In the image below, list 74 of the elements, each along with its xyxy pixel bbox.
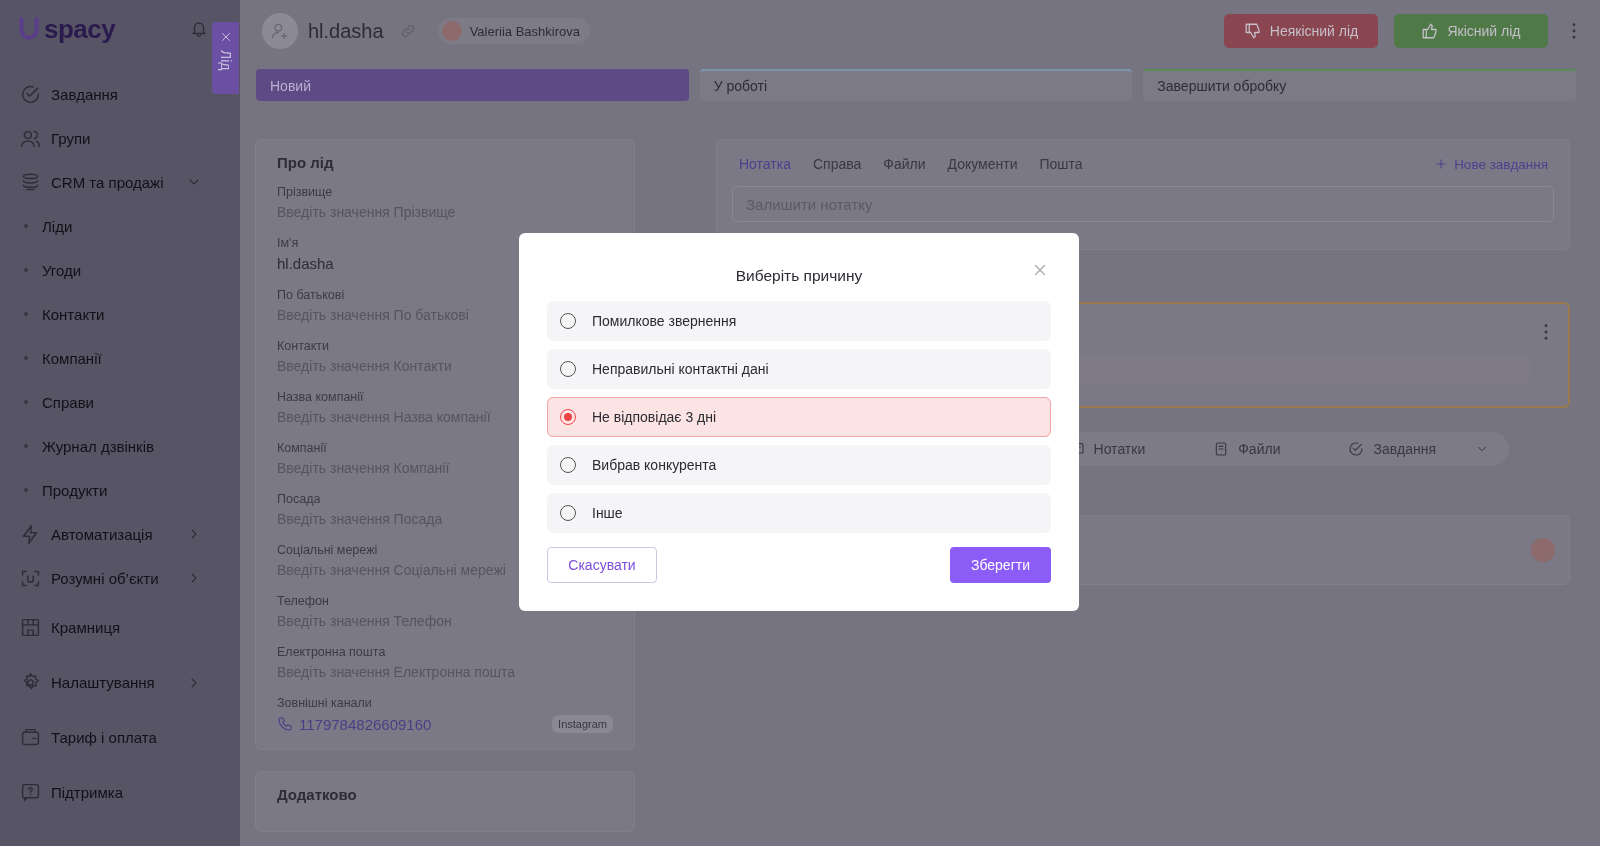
thumbs-down-icon — [1243, 22, 1262, 40]
sidebar-subitem[interactable]: Контакти — [14, 292, 208, 336]
bell-icon — [190, 20, 208, 38]
sidebar-subitem[interactable]: Справи — [14, 380, 208, 424]
sidebar-item[interactable]: Завдання — [14, 72, 208, 116]
sidebar-item[interactable]: Крамниця — [14, 600, 208, 655]
logo-text: spacy — [44, 13, 116, 45]
reason-option[interactable]: Неправильні контактні дані — [547, 349, 1051, 389]
thumbs-up-icon — [1421, 22, 1440, 40]
field-label: Соціальні мережі — [277, 543, 379, 557]
reason-option[interactable]: Вибрав конкурента — [547, 445, 1051, 485]
sidebar-subitem[interactable]: Ліди — [14, 204, 208, 248]
reason-option[interactable]: Інше — [547, 493, 1051, 533]
more-icon[interactable] — [1572, 23, 1576, 39]
field-label: Телефон — [277, 594, 330, 608]
sidebar-item[interactable]: Тариф і оплата — [14, 710, 208, 765]
more-icon[interactable] — [1544, 324, 1548, 340]
filter-button[interactable]: Завдання — [1342, 440, 1495, 458]
stack-icon — [20, 171, 41, 193]
activity-tab[interactable]: Пошта — [1032, 152, 1090, 176]
plus-icon — [1434, 157, 1449, 171]
stage-tab[interactable]: Завершити обробку — [1143, 69, 1576, 101]
phone-icon — [277, 716, 293, 732]
reason-option[interactable]: Не відповідає 3 дні — [547, 397, 1051, 437]
field-label: Контакти — [277, 339, 330, 353]
stage-tab[interactable]: Новий — [256, 69, 689, 101]
field-label: Прізвище — [277, 185, 334, 199]
lead-name: hl.dasha — [308, 19, 384, 43]
sidebar-subitem[interactable]: Журнал дзвінків — [14, 424, 208, 468]
sidebar-item[interactable]: CRM та продажі — [14, 160, 208, 204]
card-title: Додатково — [277, 786, 358, 803]
quality-button[interactable]: Якісний лід — [1394, 14, 1548, 48]
sidebar-item[interactable]: Підтримка — [14, 765, 208, 820]
activity-tab[interactable]: Документи — [940, 152, 1025, 176]
logo-mark-icon — [16, 16, 42, 42]
low-quality-button[interactable]: Неякісний лід — [1224, 14, 1378, 48]
new-task-button[interactable]: Нове завдання — [1428, 155, 1554, 173]
field-label: Електронна пошта — [277, 645, 387, 659]
field-label: Зовнішні канали — [277, 696, 373, 710]
activity-tab[interactable]: Файли — [876, 152, 933, 176]
card-title: Про лід — [277, 154, 335, 171]
dialog-title: Виберіть причину — [735, 267, 863, 285]
sidebar-item[interactable]: Автоматизація — [14, 512, 208, 556]
help-chat-icon — [20, 782, 41, 803]
field-label: Компанії — [277, 441, 328, 455]
sidebar-item[interactable]: Налаштування — [14, 655, 208, 710]
field-label: По батькові — [277, 288, 346, 302]
assignee-chip[interactable]: Valeriia Bashkirova — [437, 18, 590, 44]
sidebar-item[interactable]: Групи — [14, 116, 208, 160]
field-label: Назва компанії — [277, 390, 365, 404]
field-label: Посада — [277, 492, 322, 506]
sidebar-item[interactable]: Розумні об’єкти — [14, 556, 208, 600]
channel-tag: Instagram — [552, 715, 613, 733]
person-add-icon — [270, 21, 290, 41]
avatar-icon — [441, 21, 462, 41]
activity-tab[interactable]: Справа — [805, 152, 869, 176]
link-icon — [399, 23, 416, 39]
stage-tab[interactable]: У роботі — [699, 69, 1133, 101]
sidebar-subitem[interactable]: Компанії — [14, 336, 208, 380]
field-label: Ім'я — [277, 236, 300, 250]
cancel-button[interactable]: Скасувати — [547, 547, 657, 583]
phone-link[interactable]: 1179784826609160 — [299, 715, 432, 733]
save-button[interactable]: Зберегти — [950, 547, 1051, 583]
reason-option[interactable]: Помилкове звернення — [547, 301, 1051, 341]
wallet-icon — [20, 727, 41, 748]
check-circle-icon — [20, 83, 41, 105]
avatar-icon — [1531, 538, 1555, 562]
drawer-tab[interactable]: Лід — [212, 22, 239, 94]
sidebar-subitem[interactable]: Угоди — [14, 248, 208, 292]
storefront-icon — [20, 617, 41, 638]
activity-tab[interactable]: Нотатка — [732, 152, 798, 176]
filter-button[interactable]: Файли — [1207, 440, 1287, 458]
sidebar-subitem[interactable]: Продукти — [14, 468, 208, 512]
check-circle-icon — [1348, 441, 1365, 457]
